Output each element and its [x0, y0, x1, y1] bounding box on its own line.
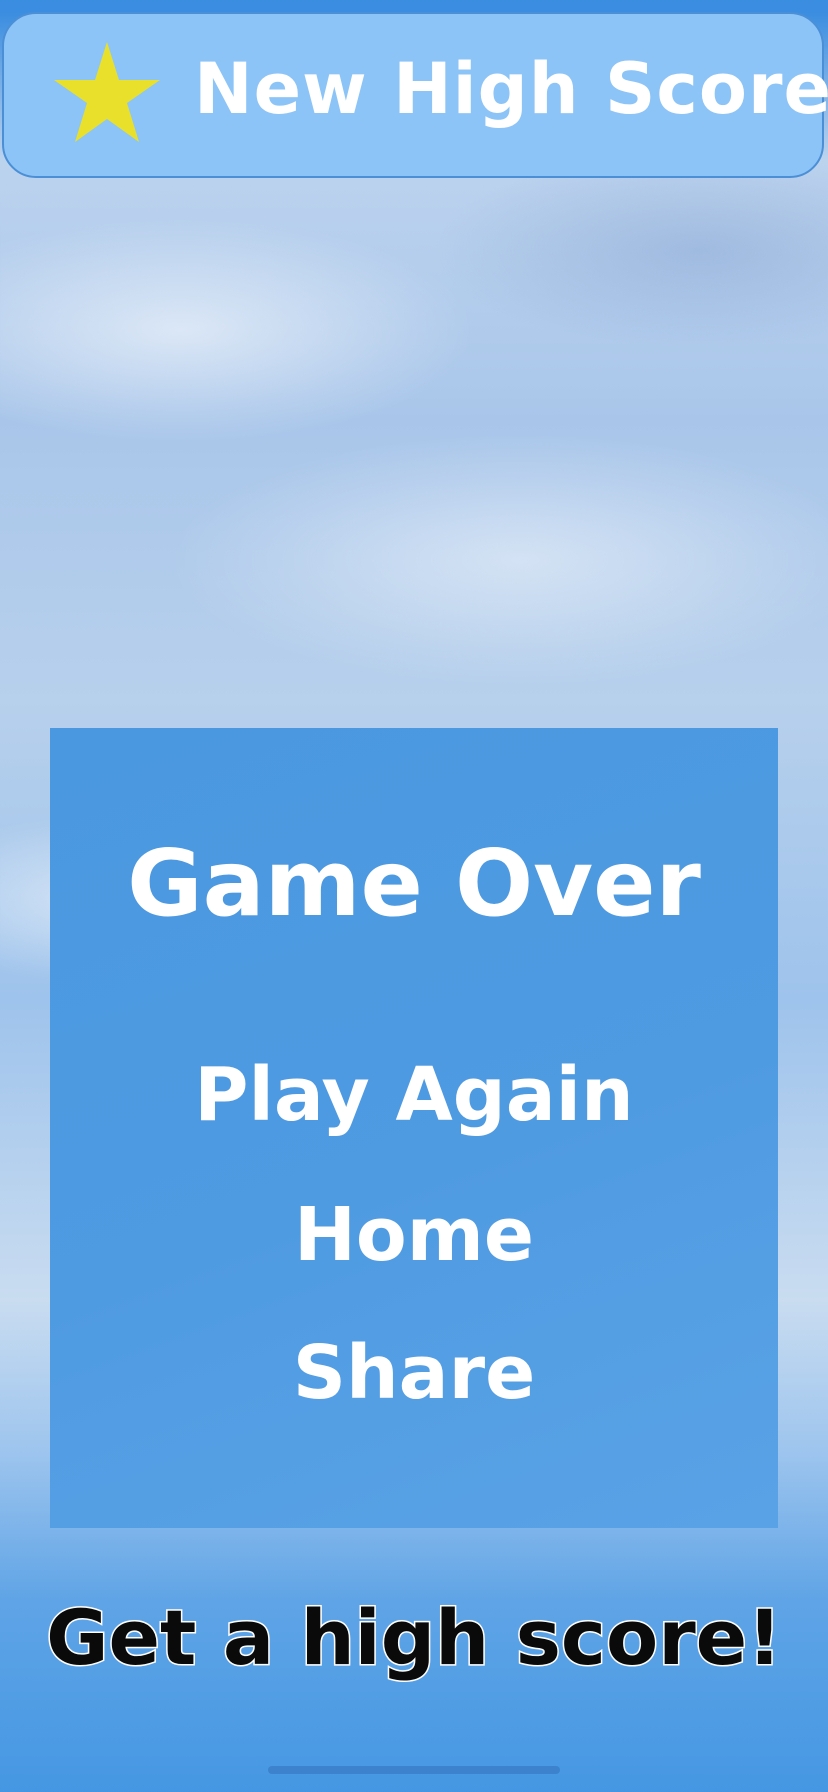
new-high-score-label: New High Score!	[194, 48, 828, 130]
share-button[interactable]: Share	[50, 1336, 778, 1410]
star-icon	[54, 42, 160, 142]
game-over-title: Game Over	[127, 830, 701, 937]
high-score-banner: New High Score!	[2, 12, 828, 178]
play-again-button[interactable]: Play Again	[50, 1058, 778, 1132]
game-over-panel: Game Over Play Again Home Share	[50, 728, 778, 1528]
high-score-prompt: Get a high score!	[45, 1593, 784, 1682]
home-indicator[interactable]	[268, 1766, 560, 1774]
home-button[interactable]: Home	[50, 1198, 778, 1272]
